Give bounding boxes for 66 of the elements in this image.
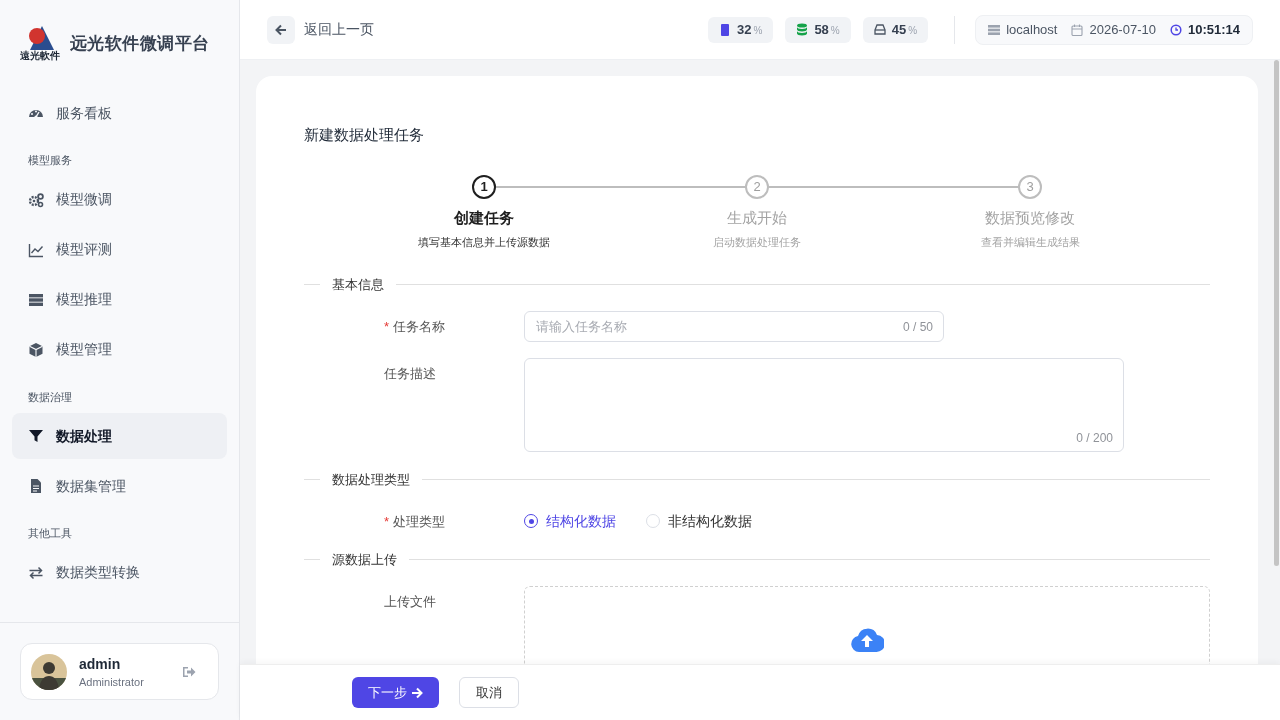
user-role: Administrator	[79, 674, 145, 690]
calendar-icon	[1071, 23, 1084, 36]
step-title: 数据预览修改	[985, 207, 1075, 228]
nav-item[interactable]: 数据集管理	[12, 463, 227, 509]
nav-item[interactable]: 服务看板	[12, 90, 227, 136]
hard-drive-icon	[873, 22, 886, 37]
step-number: 1	[472, 174, 496, 199]
radio-option[interactable]: 非结构化数据	[646, 510, 752, 532]
radio-option[interactable]: 结构化数据	[524, 510, 616, 532]
logo-mark-icon	[26, 26, 54, 50]
form-title: 新建数据处理任务	[304, 125, 425, 145]
field-label: 任务描述	[384, 364, 436, 383]
usage-badge: 32%	[708, 16, 774, 43]
nav-item[interactable]: 数据处理	[12, 413, 227, 459]
back-link[interactable]: 返回上一页	[304, 19, 374, 40]
cube-icon	[28, 341, 44, 358]
cancel-button[interactable]: 取消	[459, 677, 519, 708]
required-mark: *	[384, 317, 390, 336]
document-icon	[28, 478, 44, 494]
character-count: 0 / 200	[1076, 429, 1113, 447]
nav-group-label: 其他工具	[27, 526, 73, 541]
line-chart-icon	[28, 241, 44, 258]
step-description: 填写基本信息并上传源数据	[418, 235, 550, 250]
back-arrow-icon	[275, 23, 287, 36]
field-label: 任务名称	[393, 317, 446, 336]
database-icon	[796, 22, 809, 37]
swap-arrows-icon	[28, 564, 44, 581]
nav-group-label: 数据治理	[27, 389, 73, 405]
nav-item[interactable]: 模型管理	[12, 326, 227, 373]
step-number: 3	[1018, 174, 1042, 199]
required-mark: *	[384, 512, 390, 531]
nav-group-label: 模型服务	[27, 153, 73, 168]
step-description: 启动数据处理任务	[713, 235, 801, 250]
back-button[interactable]	[267, 15, 295, 44]
cloud-upload-icon	[850, 626, 884, 653]
arrow-right-icon	[411, 686, 423, 699]
nav-item[interactable]: 模型微调	[12, 176, 227, 223]
step-title: 创建任务	[454, 207, 514, 228]
step-number: 2	[745, 174, 769, 199]
nav-item[interactable]: 模型评测	[12, 226, 227, 273]
avatar	[31, 653, 67, 690]
clock-icon	[1169, 23, 1182, 36]
next-button[interactable]: 下一步	[352, 677, 439, 708]
gears-icon	[28, 191, 44, 208]
nav-item[interactable]: 模型推理	[12, 276, 227, 323]
usage-badge: 58%	[785, 16, 851, 43]
server-icon	[988, 23, 1001, 36]
section-title: 源数据上传	[332, 550, 397, 569]
server-icon	[28, 291, 44, 308]
user-name: admin	[79, 654, 122, 674]
logout-icon	[182, 665, 196, 678]
section-title: 基本信息	[332, 275, 384, 294]
field-label: 处理类型	[393, 512, 446, 531]
system-info-bar: localhost 2026-07-10 10:51:14	[975, 14, 1253, 45]
field-label: 上传文件	[384, 592, 436, 611]
scrollbar[interactable]	[1274, 60, 1279, 566]
character-count: 0 / 50	[902, 318, 933, 336]
logout-button[interactable]	[182, 665, 196, 678]
section-title: 数据处理类型	[332, 470, 410, 489]
logo-icon: 遠光軟件	[18, 26, 62, 62]
brand-title: 远光软件微调平台	[70, 33, 210, 56]
step-description: 查看并编辑生成结果	[980, 235, 1080, 250]
usage-badge: 45%	[862, 16, 929, 43]
filter-icon	[28, 428, 44, 444]
step-title: 生成开始	[727, 207, 787, 228]
nav-item[interactable]: 数据类型转换	[12, 549, 227, 596]
